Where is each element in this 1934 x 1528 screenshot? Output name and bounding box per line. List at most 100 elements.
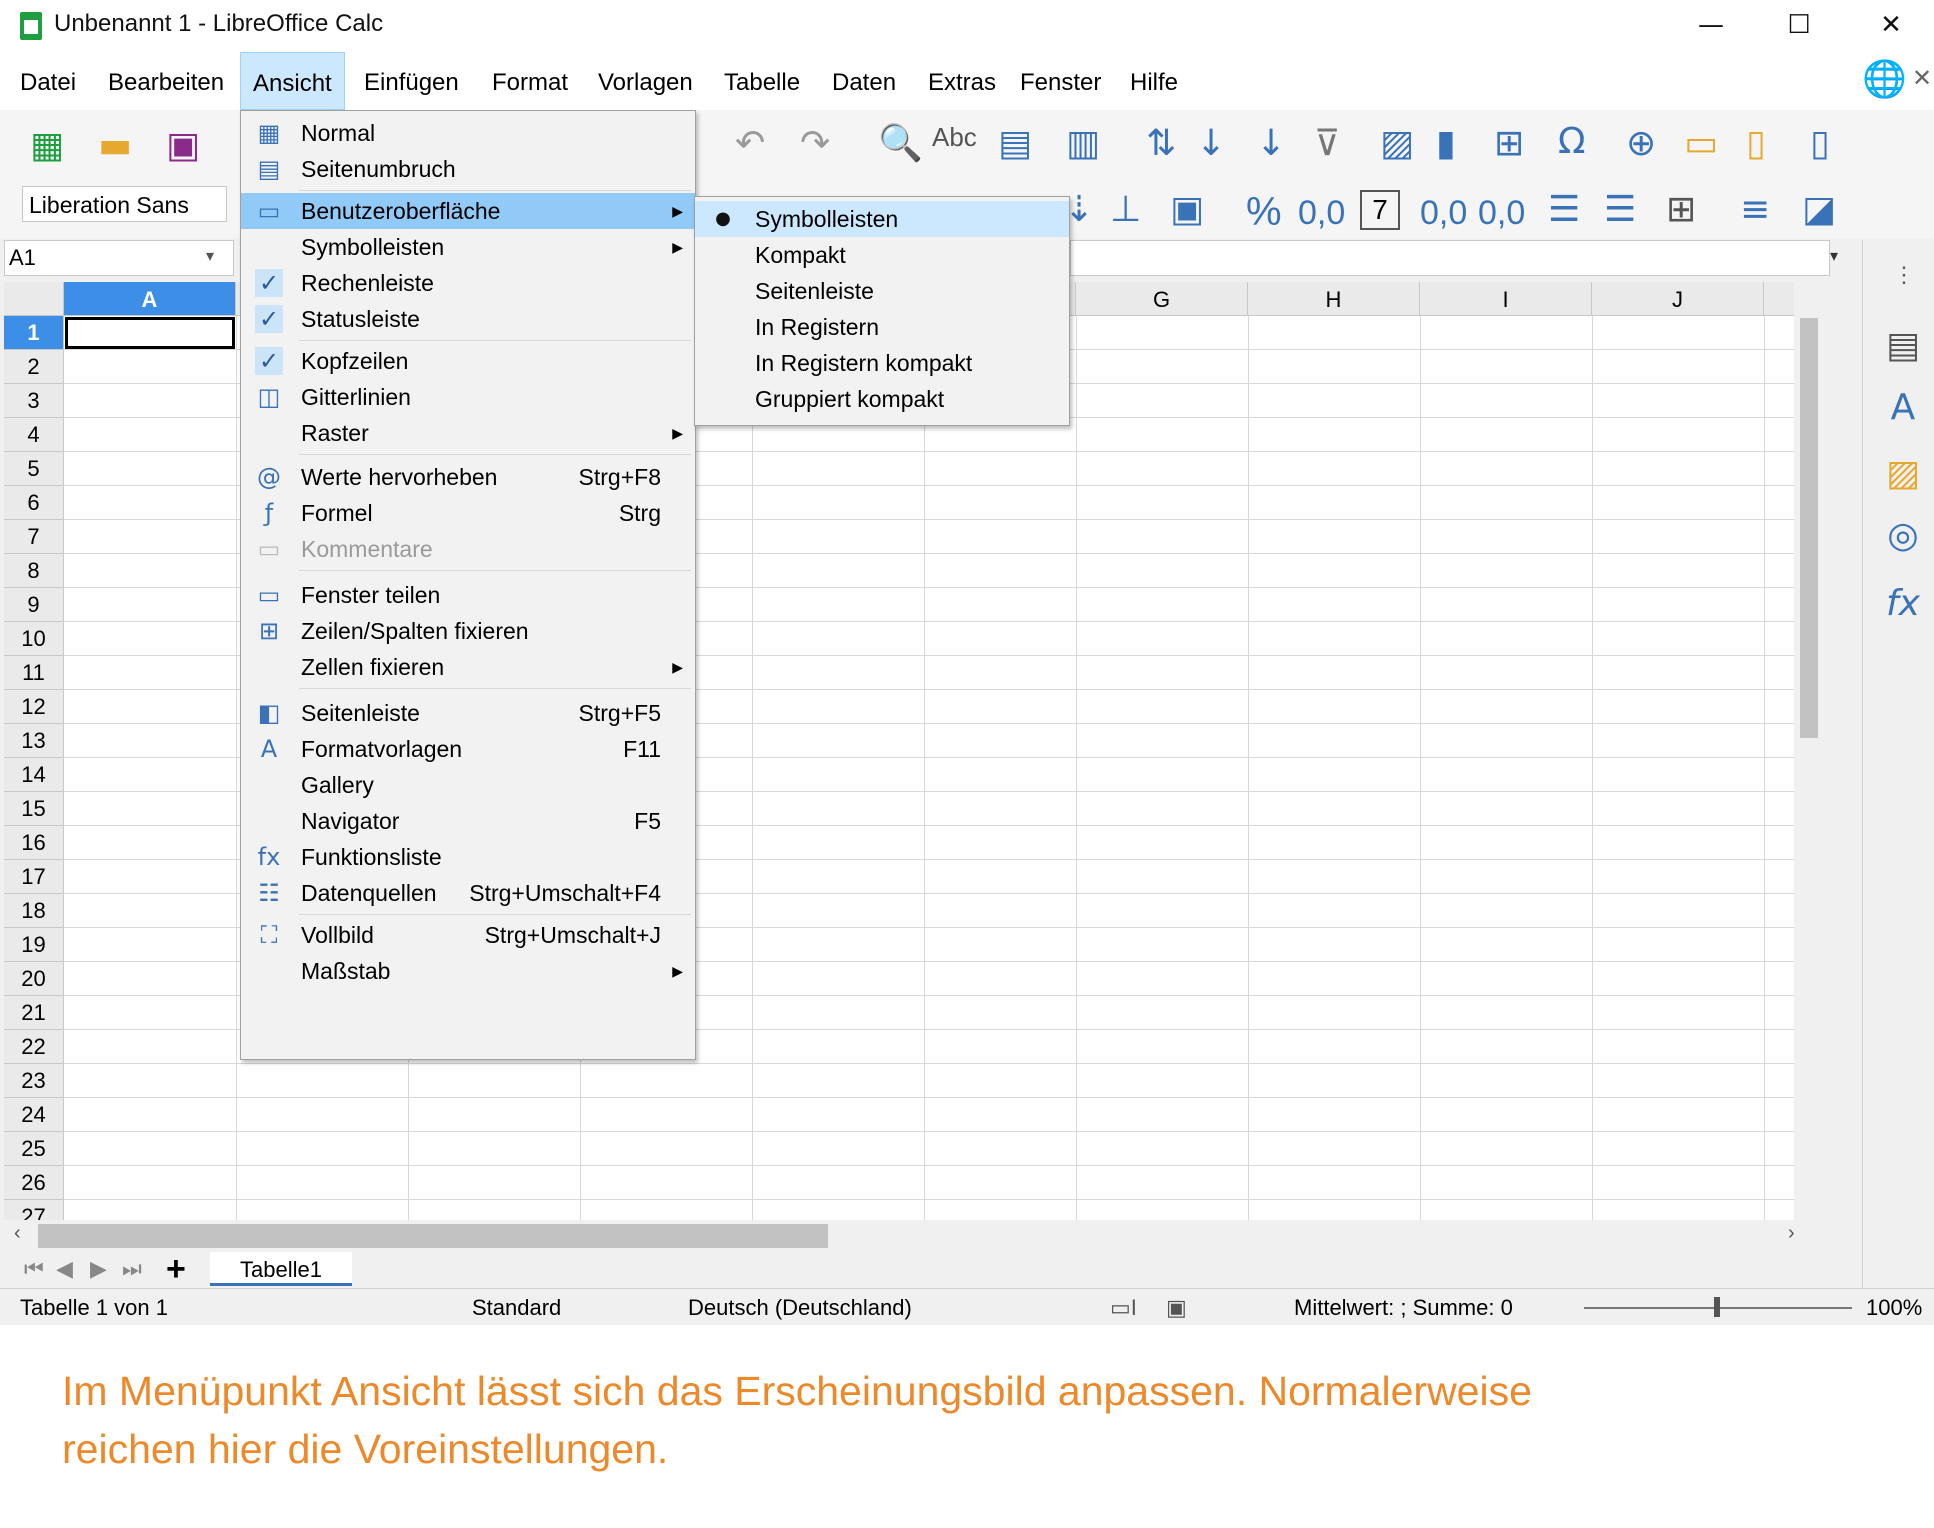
- menu-daten[interactable]: Daten: [820, 52, 908, 110]
- column-header-i[interactable]: I: [1420, 282, 1592, 316]
- borders-icon[interactable]: ⊞: [1666, 190, 1696, 230]
- vertical-scrollbar-track[interactable]: [1794, 282, 1824, 1220]
- decimal-format-icon[interactable]: 0,0: [1298, 194, 1345, 233]
- column-header-a[interactable]: A: [64, 282, 236, 316]
- menu-bearbeiten[interactable]: Bearbeiten: [96, 52, 236, 110]
- formula-input[interactable]: [1070, 240, 1830, 276]
- status-language[interactable]: Deutsch (Deutschland): [688, 1295, 912, 1321]
- next-sheet-icon[interactable]: ▶: [90, 1256, 107, 1282]
- row-header[interactable]: 3: [4, 384, 64, 418]
- menu-vorlagen[interactable]: Vorlagen: [586, 52, 705, 110]
- border-style-icon[interactable]: ≡: [1740, 190, 1770, 230]
- menu-ansicht[interactable]: Ansicht: [240, 52, 345, 110]
- column-icon[interactable]: ▥: [1066, 124, 1100, 164]
- menu-item-werte-hervorheben[interactable]: @ Werte hervorheben Strg+F8: [241, 459, 695, 495]
- sort-icon[interactable]: ⇅: [1146, 124, 1176, 164]
- menu-item-symbolleisten[interactable]: Symbolleisten ▶: [241, 229, 695, 265]
- globe-update-icon[interactable]: 🌐: [1862, 60, 1907, 100]
- row-header[interactable]: 1: [4, 316, 64, 350]
- special-character-icon[interactable]: Ω: [1558, 122, 1586, 162]
- menu-item-fenster-teilen[interactable]: ▭ Fenster teilen: [241, 577, 695, 613]
- menu-format[interactable]: Format: [480, 52, 580, 110]
- percent-icon[interactable]: %: [1246, 190, 1282, 235]
- maximize-button[interactable]: ☐: [1760, 0, 1838, 52]
- font-name-box[interactable]: Liberation Sans: [22, 186, 227, 222]
- ui-option-seitenleiste[interactable]: Seitenleiste: [695, 273, 1069, 309]
- menu-item-raster[interactable]: Raster ▶: [241, 415, 695, 451]
- find-replace-icon[interactable]: 🔍: [878, 124, 923, 164]
- row-header[interactable]: 5: [4, 452, 64, 486]
- row-header[interactable]: 27: [4, 1200, 64, 1220]
- add-decimal-icon[interactable]: 0,0: [1420, 194, 1467, 233]
- menu-item-seitenumbruch[interactable]: ▤ Seitenumbruch: [241, 151, 695, 187]
- row-header[interactable]: 17: [4, 860, 64, 894]
- zoom-slider-handle[interactable]: [1714, 1297, 1720, 1317]
- row-header[interactable]: 22: [4, 1030, 64, 1064]
- menu-datei[interactable]: Datei: [8, 52, 88, 110]
- functions-icon[interactable]: fx: [1883, 584, 1923, 624]
- name-box-dropdown-icon[interactable]: ▾: [206, 246, 214, 266]
- menu-hilfe[interactable]: Hilfe: [1118, 52, 1190, 110]
- menu-tabelle[interactable]: Tabelle: [712, 52, 812, 110]
- border-color-icon[interactable]: ◪: [1802, 190, 1836, 230]
- row-header[interactable]: 12: [4, 690, 64, 724]
- status-page-style[interactable]: Standard: [472, 1295, 561, 1321]
- menu-item-maßstab[interactable]: Maßstab ▶: [241, 953, 695, 989]
- column-header-j[interactable]: J: [1592, 282, 1764, 316]
- menu-item-zeilen-spalten-fixieren[interactable]: ⊞ Zeilen/Spalten fixieren: [241, 613, 695, 649]
- menu-item-gitterlinien[interactable]: ◫ Gitterlinien: [241, 379, 695, 415]
- new-document-icon[interactable]: ▦: [30, 126, 64, 166]
- column-header-h[interactable]: H: [1248, 282, 1420, 316]
- menu-item-zellen-fixieren[interactable]: Zellen fixieren ▶: [241, 649, 695, 685]
- close-doc-icon[interactable]: ✕: [1912, 64, 1932, 93]
- row-header[interactable]: 7: [4, 520, 64, 554]
- open-folder-icon[interactable]: ▬: [98, 126, 132, 166]
- menu-item-vollbild[interactable]: ⛶ Vollbild Strg+Umschalt+J: [241, 917, 695, 953]
- horizontal-scrollbar[interactable]: ‹ ›: [4, 1220, 1824, 1252]
- menu-item-statusleiste[interactable]: ✓ Statusleiste: [241, 301, 695, 337]
- autofilter-icon[interactable]: ⊽: [1314, 124, 1340, 164]
- formula-expand-icon[interactable]: ▾: [1830, 246, 1838, 266]
- row-header[interactable]: 4: [4, 418, 64, 452]
- header-footer-icon[interactable]: ▯: [1746, 124, 1766, 164]
- ui-option-in-registern[interactable]: In Registern: [695, 309, 1069, 345]
- menu-item-rechenleiste[interactable]: ✓ Rechenleiste: [241, 265, 695, 301]
- gallery-icon[interactable]: ▨: [1883, 454, 1923, 494]
- spellcheck-icon[interactable]: Abc: [932, 122, 977, 153]
- ui-option-in-registern-kompakt[interactable]: In Registern kompakt: [695, 345, 1069, 381]
- status-zoom[interactable]: 100%: [1866, 1295, 1922, 1321]
- print-area-icon[interactable]: ▯: [1810, 124, 1830, 164]
- menu-item-formatvorlagen[interactable]: A Formatvorlagen F11: [241, 731, 695, 767]
- row-header[interactable]: 24: [4, 1098, 64, 1132]
- row-header[interactable]: 13: [4, 724, 64, 758]
- row-icon[interactable]: ▤: [998, 124, 1032, 164]
- row-header[interactable]: 20: [4, 962, 64, 996]
- insert-image-icon[interactable]: ▨: [1380, 124, 1414, 164]
- properties-icon[interactable]: ▤: [1883, 326, 1923, 366]
- menu-item-normal[interactable]: ▦ Normal: [241, 115, 695, 151]
- save-icon[interactable]: ▣: [166, 126, 200, 166]
- last-sheet-icon[interactable]: ⏭: [122, 1256, 142, 1282]
- delete-decimal-icon[interactable]: 0,0: [1478, 194, 1525, 233]
- redo-icon[interactable]: ↷: [800, 124, 830, 164]
- undo-icon[interactable]: ↶: [735, 124, 765, 164]
- pivot-table-icon[interactable]: ⊞: [1494, 124, 1524, 164]
- menu-item-formel[interactable]: ƒ Formel Strg: [241, 495, 695, 531]
- active-cell[interactable]: [65, 317, 235, 349]
- first-sheet-icon[interactable]: ⏮: [24, 1256, 44, 1282]
- align-bottom-icon[interactable]: ⊥: [1110, 190, 1141, 230]
- date-format-icon[interactable]: 7: [1360, 190, 1400, 230]
- row-header[interactable]: 26: [4, 1166, 64, 1200]
- sidebar-menu-icon[interactable]: ⋮: [1893, 262, 1915, 288]
- menu-item-kopfzeilen[interactable]: ✓ Kopfzeilen: [241, 343, 695, 379]
- menu-item-benutzeroberfläche[interactable]: ▭ Benutzeroberfläche ▶: [241, 193, 695, 229]
- row-header[interactable]: 15: [4, 792, 64, 826]
- row-header[interactable]: 19: [4, 928, 64, 962]
- row-header[interactable]: 25: [4, 1132, 64, 1166]
- row-header[interactable]: 6: [4, 486, 64, 520]
- row-header[interactable]: 21: [4, 996, 64, 1030]
- select-all-corner[interactable]: [4, 282, 64, 316]
- ui-option-gruppiert-kompakt[interactable]: Gruppiert kompakt: [695, 381, 1069, 417]
- currency-icon[interactable]: ▣: [1170, 190, 1204, 230]
- prev-sheet-icon[interactable]: ◀: [56, 1256, 73, 1282]
